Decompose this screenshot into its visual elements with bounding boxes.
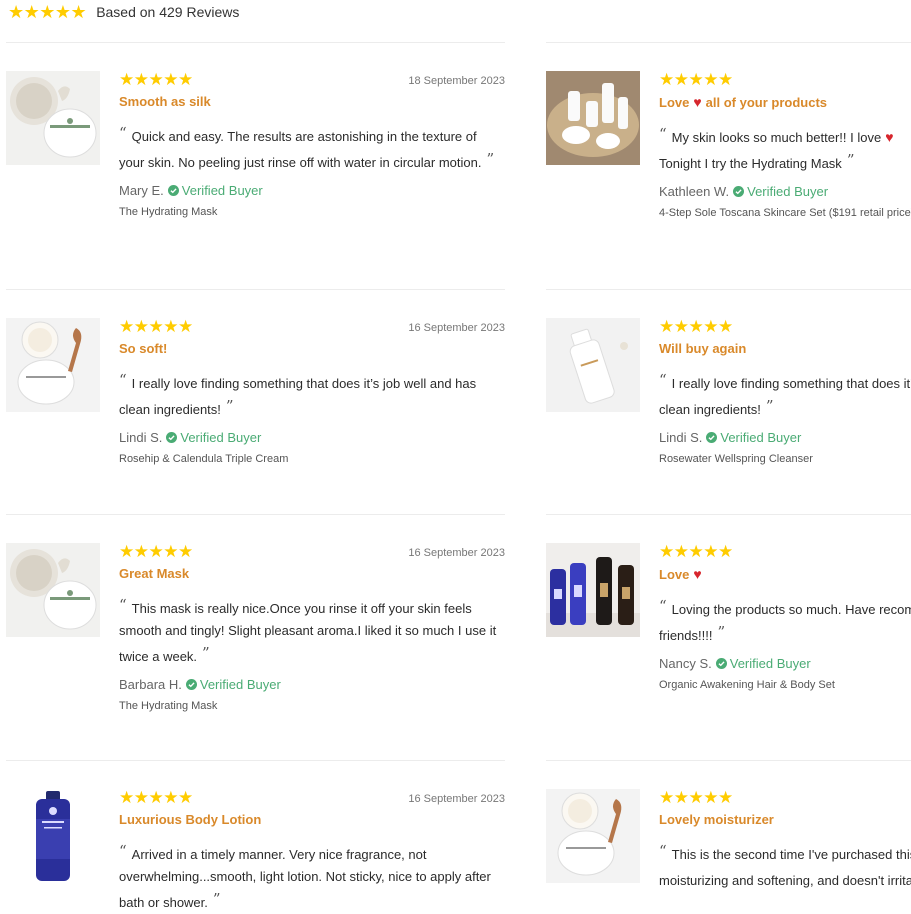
verified-buyer-label: Verified Buyer [181, 183, 263, 198]
quote-close-icon: ” [212, 890, 221, 908]
product-name-link[interactable]: Organic Awakening Hair & Body Set [659, 679, 911, 691]
quote-close-icon: ” [486, 150, 495, 168]
heart-icon: ♥ [693, 94, 702, 110]
review-text: “Quick and easy. The results are astonis… [119, 124, 495, 170]
review-author: Mary E. Verified Buyer [119, 183, 263, 198]
heart-icon: ♥ [693, 566, 702, 582]
product-image[interactable] [6, 318, 100, 412]
rating-stars-icon: ★★★★★ [659, 317, 733, 336]
review-card: ★★★★★ 18 September 2023 Smooth as silk “… [6, 43, 505, 290]
review-title: Will buy again [659, 341, 747, 356]
quote-open-icon: “ [659, 125, 667, 143]
review-text: “Arrived in a timely manner. Very nice f… [119, 842, 491, 910]
review-title: So soft! [119, 341, 168, 356]
quote-open-icon: “ [119, 124, 127, 142]
review-author: Kathleen W. Verified Buyer [659, 184, 829, 199]
review-author: Barbara H. Verified Buyer [119, 677, 281, 692]
quote-open-icon: “ [659, 597, 667, 615]
product-name-link[interactable]: Rosehip & Calendula Triple Cream [119, 453, 505, 465]
product-image[interactable] [6, 71, 100, 165]
review-date: 16 September 2023 [408, 322, 505, 334]
product-name-link[interactable]: Rosewater Wellspring Cleanser [659, 453, 911, 465]
review-card: ★★★★★ 16 September 2023 Great Mask “This… [6, 515, 505, 761]
verified-check-icon [733, 186, 745, 197]
review-title: Lovely moisturizer [659, 812, 774, 827]
review-text: “This is the second time I've purchased … [659, 842, 911, 888]
heart-icon: ♥ [885, 129, 894, 145]
review-card: ★★★★★ Lovely moisturizer “This is the se… [546, 761, 911, 910]
rating-stars-icon: ★★★★★ [659, 542, 733, 561]
review-author: Nancy S. Verified Buyer [659, 656, 811, 671]
verified-check-icon [715, 658, 727, 669]
product-image[interactable] [6, 543, 100, 637]
product-image[interactable] [6, 789, 100, 883]
verified-buyer-label: Verified Buyer [199, 677, 281, 692]
verified-buyer-label: Verified Buyer [729, 656, 811, 671]
review-text: “This mask is really nice.Once you rinse… [119, 596, 497, 664]
quote-close-icon: ” [225, 397, 234, 415]
rating-summary: ★★★★★ Based on 429 Reviews [8, 2, 239, 22]
rating-stars-icon: ★★★★★ [659, 70, 733, 89]
verified-buyer-label: Verified Buyer [720, 430, 802, 445]
review-title: Love ♥ [659, 566, 702, 582]
product-image[interactable] [546, 71, 640, 165]
review-title: Love ♥ all of your products [659, 94, 827, 110]
review-title: Great Mask [119, 566, 190, 581]
review-title: Smooth as silk [119, 94, 211, 109]
quote-open-icon: “ [119, 596, 127, 614]
reviews-column-right: ★★★★★ Love ♥ all of your products “My skin… [546, 43, 911, 910]
product-name-link[interactable]: 4-Step Sole Toscana Skincare Set ($191 r… [659, 207, 911, 219]
review-date: 16 September 2023 [408, 793, 505, 805]
review-title: Luxurious Body Lotion [119, 812, 262, 827]
review-date: 16 September 2023 [408, 547, 505, 559]
quote-close-icon: ” [717, 623, 726, 641]
review-text: “My skin looks so much better!! I love ♥ T… [659, 125, 894, 171]
review-text: “I really love finding something that do… [119, 371, 477, 417]
rating-stars-icon: ★★★★★ [659, 788, 733, 807]
product-image[interactable] [546, 543, 640, 637]
review-text: “Loving the products so much. Have recom… [659, 597, 911, 643]
verified-check-icon [167, 185, 179, 196]
review-author: Lindi S. Verified Buyer [659, 430, 802, 445]
verified-buyer-label: Verified Buyer [180, 430, 262, 445]
verified-check-icon [166, 432, 178, 443]
product-image[interactable] [546, 789, 640, 883]
review-card: ★★★★★ Love ♥ all of your products “My skin… [546, 43, 911, 290]
quote-open-icon: “ [659, 842, 667, 860]
verified-buyer-label: Verified Buyer [747, 184, 829, 199]
quote-open-icon: “ [659, 371, 667, 389]
quote-open-icon: “ [119, 371, 127, 389]
quote-close-icon: ” [846, 151, 855, 169]
review-count: Based on 429 Reviews [96, 4, 240, 20]
verified-check-icon [706, 432, 718, 443]
review-card: ★★★★★ 16 September 2023 Luxurious Body L… [6, 761, 505, 910]
review-date: 18 September 2023 [408, 75, 505, 87]
review-author: Lindi S. Verified Buyer [119, 430, 262, 445]
quote-close-icon: ” [202, 644, 210, 662]
review-card: ★★★★★ Love ♥ “Loving the products so much… [546, 515, 911, 761]
quote-close-icon: ” [765, 397, 774, 415]
review-card: ★★★★★ Will buy again “I really love find… [546, 290, 911, 515]
product-name-link[interactable]: The Hydrating Mask [119, 206, 505, 218]
review-card: ★★★★★ 16 September 2023 So soft! “I real… [6, 290, 505, 515]
review-text: “I really love finding something that do… [659, 371, 911, 417]
verified-check-icon [185, 679, 197, 690]
quote-open-icon: “ [119, 842, 127, 860]
product-name-link[interactable]: The Hydrating Mask [119, 700, 505, 712]
summary-stars-icon: ★★★★★ [8, 2, 87, 22]
product-image[interactable] [546, 318, 640, 412]
